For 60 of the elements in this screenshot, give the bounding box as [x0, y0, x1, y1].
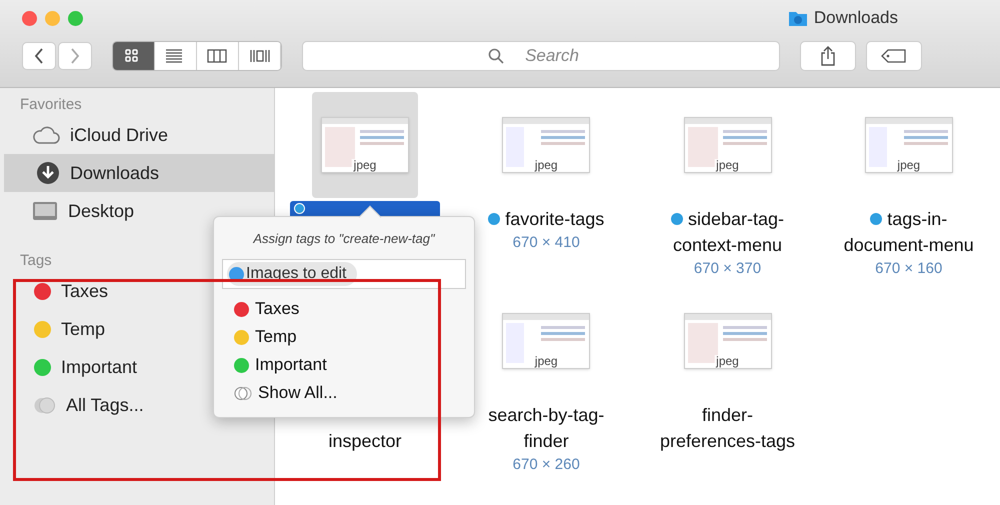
file-name: search-by-tag- [488, 404, 604, 427]
section-heading: Tags [20, 250, 52, 271]
close-button[interactable] [22, 10, 37, 26]
file-name: preferences-tags [660, 430, 796, 453]
image-dimensions: 670 × 410 [512, 233, 580, 253]
cloud-icon [32, 125, 60, 145]
thumbnail-frame[interactable]: jpeg [674, 92, 780, 198]
popover-tag-item[interactable]: Important [222, 351, 466, 379]
view-mode-button[interactable] [197, 42, 239, 70]
file-name: tags-in- [887, 208, 948, 231]
window-title: Downloads [814, 7, 898, 30]
thumbnail-frame[interactable]: jpeg [493, 92, 600, 198]
thumbnail-frame[interactable]: jpeg [674, 288, 780, 394]
sidebar-item[interactable]: Desktop [0, 192, 274, 230]
image-dimensions: 670 × 160 [875, 259, 942, 279]
view-mode-button[interactable] [113, 42, 155, 70]
desktop-icon [32, 201, 58, 221]
chevron-left-icon [34, 48, 44, 64]
image-dimensions: 670 × 260 [512, 455, 580, 475]
file-type-label: jpeg [895, 159, 922, 171]
tag-button[interactable] [866, 41, 922, 71]
search-icon [488, 48, 504, 64]
all-tags-icon [234, 386, 252, 400]
popover-tag-item[interactable]: Show All... [222, 379, 466, 407]
file-name: finder [524, 430, 569, 453]
share-icon [820, 46, 836, 66]
search-field[interactable]: Search [302, 41, 780, 71]
thumbnail-frame[interactable]: jpeg [312, 92, 418, 198]
file-type-label: jpeg [714, 355, 741, 367]
thumbnail-frame[interactable]: jpeg [856, 92, 962, 198]
columns-icon [207, 47, 228, 65]
file-type-label: jpeg [714, 159, 741, 171]
file-type-label: jpeg [532, 355, 560, 367]
folder-icon [788, 10, 808, 26]
chevron-right-icon [70, 48, 80, 64]
popover-tag-item[interactable]: Temp [222, 323, 466, 351]
file-name: document-menu [844, 234, 974, 257]
view-mode-button[interactable] [155, 42, 197, 70]
cover-flow-icon [249, 47, 270, 65]
image-dimensions: 670 × 370 [694, 259, 762, 279]
thumbnail-frame[interactable]: jpeg [493, 288, 600, 394]
file-name: finder- [702, 404, 753, 427]
file-type-label: jpeg [352, 159, 378, 171]
file-name: inspector [328, 430, 402, 453]
view-mode-button[interactable] [239, 42, 281, 70]
section-heading: Favorites [20, 94, 82, 115]
file-name: context-menu [672, 234, 782, 257]
popover-title: Assign tags to "create-new-tag" [253, 231, 435, 246]
file-name: favorite-tags [505, 208, 604, 231]
download-icon [36, 161, 60, 185]
popover-tag-item[interactable]: Taxes [222, 295, 466, 323]
all-tags-icon [34, 396, 56, 414]
sidebar-item[interactable]: iCloud Drive [0, 116, 274, 154]
tag-icon [881, 49, 907, 63]
file-name: sidebar-tag- [688, 208, 784, 231]
share-button[interactable] [800, 41, 856, 71]
file-type-label: jpeg [532, 159, 560, 171]
sidebar-item[interactable]: Downloads [4, 154, 274, 192]
back-button[interactable] [22, 42, 56, 70]
tag-input-field[interactable]: Images to edit [222, 259, 466, 289]
